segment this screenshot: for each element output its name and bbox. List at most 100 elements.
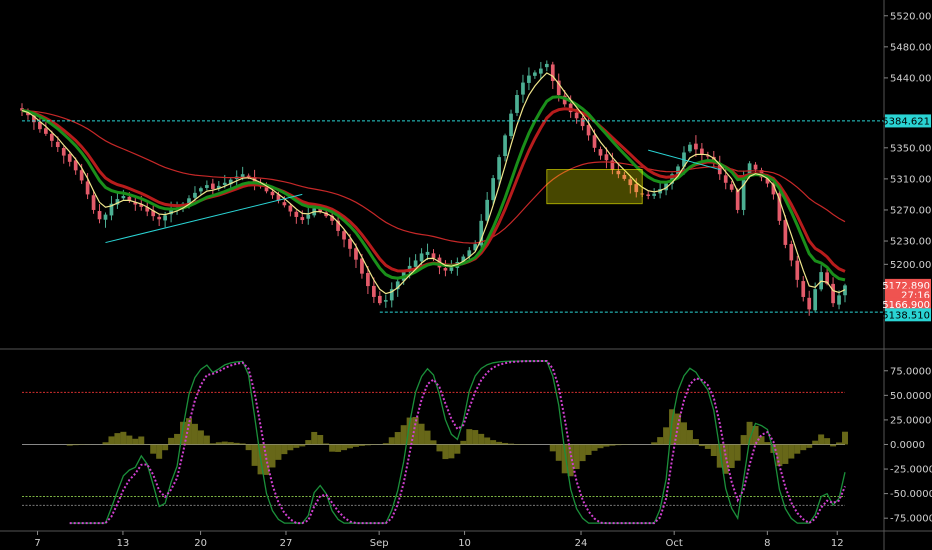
oscillator-histogram-bar [794, 444, 801, 454]
candle [789, 240, 794, 267]
oscillator-histogram-bar [215, 442, 222, 445]
candle-body [521, 82, 525, 95]
oscillator-histogram-bar [347, 444, 353, 449]
candle [843, 283, 847, 303]
candle-body [348, 238, 352, 249]
candle-body [646, 194, 651, 196]
candle [646, 190, 651, 200]
candle-body [354, 248, 358, 260]
candle-body [383, 300, 388, 302]
candle-body [538, 68, 543, 74]
price-badge-label: 5138.510 [882, 310, 930, 321]
oscillator-histogram-bar [812, 440, 819, 445]
candle [795, 255, 800, 288]
candle-body [491, 178, 495, 201]
oscillator-histogram-bar [657, 437, 664, 445]
candle-body [425, 251, 430, 255]
oscillator-histogram-bar [197, 430, 204, 445]
candle-body [163, 215, 167, 221]
oscillator-histogram-bar [227, 442, 234, 445]
oscillator-histogram-bar [484, 437, 491, 445]
oscillator-histogram-bar [150, 444, 157, 454]
oscillator-histogram-bar [311, 431, 318, 445]
candle-body [831, 283, 835, 304]
candle [97, 204, 102, 224]
candle [544, 60, 549, 72]
oscillator-histogram-bar [597, 444, 604, 449]
price-tick-label: 5230.000 [890, 237, 932, 248]
oscillator-histogram-bar [788, 444, 795, 459]
candle-body [294, 211, 299, 217]
candle [425, 243, 430, 261]
oscillator-histogram-bar [72, 444, 79, 446]
candle-body [485, 199, 490, 221]
oscillator-histogram-bar [156, 444, 163, 459]
chart-area[interactable]: 5520.000 5480.000 5440.000 5350.000 5310.000… [0, 0, 932, 550]
time-tick-label: 27 [280, 538, 293, 549]
oscillator-histogram-bar [818, 434, 825, 445]
oscillator-histogram-bar [436, 444, 443, 452]
candle [700, 143, 704, 162]
indicator-panel[interactable] [22, 360, 848, 525]
oscillator-histogram-bar [275, 444, 282, 460]
oscillator-histogram-bar [120, 431, 127, 445]
candle-body [199, 188, 203, 192]
oscillator-histogram-bar [776, 444, 783, 467]
candle [580, 115, 585, 131]
candle-body [795, 260, 800, 280]
candle-body [700, 148, 704, 155]
oscillator-histogram-bar [424, 430, 431, 445]
candle-body [97, 211, 102, 220]
candle-body [222, 182, 227, 185]
candle-body [497, 157, 501, 180]
candle [533, 70, 537, 79]
candle-body [103, 214, 108, 220]
oscillator-tick-label: -50.0000 [890, 489, 932, 500]
oscillator-tick-label: -75.0000 [890, 514, 932, 525]
candle [443, 260, 448, 277]
candle-body [205, 185, 209, 188]
oscillator-histogram-bar [609, 444, 616, 446]
candle-body [801, 281, 806, 297]
oscillator-histogram-bar [341, 444, 348, 451]
oscillator-histogram-bar [400, 425, 407, 445]
consolidation-zone [546, 169, 643, 205]
candle-body [419, 253, 424, 262]
candle [527, 67, 531, 91]
oscillator-histogram-bar [430, 440, 437, 445]
oscillator-histogram-bar [394, 432, 401, 445]
candle-body [306, 214, 311, 219]
oscillator-histogram-bar [132, 438, 139, 445]
candle-body [443, 268, 448, 271]
candle-body [449, 267, 454, 271]
time-tick-label: 8 [764, 538, 770, 549]
ema-red-line [21, 107, 846, 273]
candle-body [288, 205, 293, 212]
oscillator-histogram-bar [680, 422, 687, 445]
candle [145, 202, 150, 217]
candle-body [509, 113, 513, 137]
time-tick-label: 24 [575, 538, 588, 549]
candle-body [574, 112, 579, 119]
oscillator-histogram-bar [478, 433, 485, 445]
candle [103, 212, 108, 228]
oscillator-histogram-bar [800, 444, 807, 451]
candle-body [652, 193, 657, 196]
oscillator-histogram-bar [126, 435, 133, 445]
oscillator-tick-label: 25.0000 [890, 415, 931, 426]
oscillator-histogram-bar [335, 444, 342, 452]
candle-body [729, 184, 734, 190]
candle-body [837, 295, 841, 305]
oscillator-histogram-bar [591, 444, 598, 451]
time-tick-label: Oct [666, 538, 683, 549]
oscillator-histogram-bar [442, 444, 449, 460]
candle-body [580, 118, 585, 127]
oscillator-histogram-bar [245, 444, 252, 451]
oscillator-histogram-bar [579, 444, 586, 462]
candle-body [515, 94, 519, 113]
candle-body [282, 202, 287, 206]
oscillator-histogram-bar [281, 444, 288, 455]
candle [694, 135, 698, 157]
candle-body [604, 154, 609, 161]
oscillator-histogram-bar [203, 435, 210, 445]
